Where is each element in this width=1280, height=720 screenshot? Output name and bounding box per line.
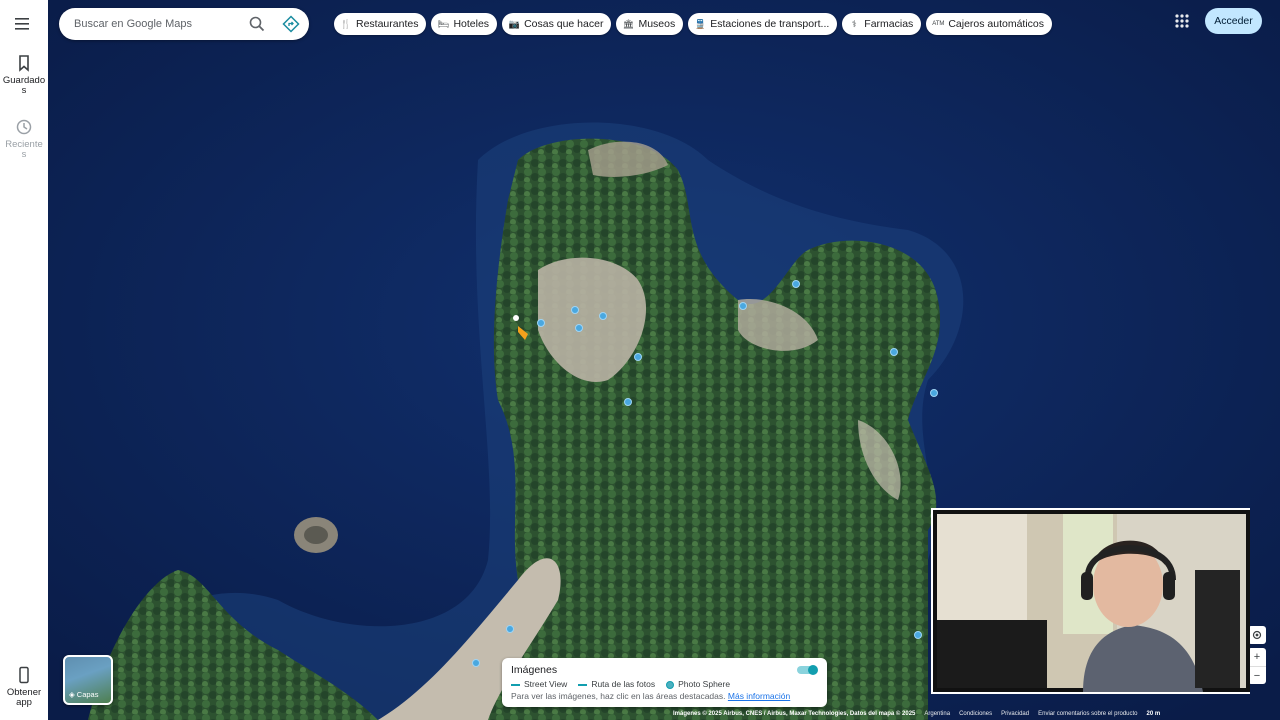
- rail-recent[interactable]: Reciente s: [0, 118, 48, 160]
- chip-label: Hoteles: [453, 18, 490, 30]
- hotel-icon: 🛏: [437, 18, 450, 29]
- webcam-overlay: [931, 508, 1250, 694]
- camera-icon: 📷: [508, 18, 520, 29]
- atm-icon: ATM: [932, 21, 945, 27]
- more-info-link[interactable]: Más información: [728, 691, 790, 701]
- feedback-link[interactable]: Enviar comentarios sobre el producto: [1038, 711, 1137, 720]
- photo-route-line-icon: [578, 683, 588, 686]
- menu-icon: [15, 18, 29, 30]
- layers-button[interactable]: ◈ Capas: [63, 655, 113, 705]
- chip-restaurantes[interactable]: 🍴 Restaurantes: [334, 13, 427, 35]
- phone-icon: [19, 666, 29, 684]
- search-icon[interactable]: [248, 15, 266, 33]
- legend-photo-route: Ruta de las fotos: [578, 679, 655, 689]
- chip-label: Restaurantes: [356, 18, 419, 30]
- legend-photo-route-label: Ruta de las fotos: [591, 679, 656, 689]
- google-apps-icon[interactable]: [1173, 12, 1191, 30]
- history-icon: [16, 119, 32, 135]
- chip-estaciones[interactable]: 🚆 Estaciones de transport...: [688, 13, 838, 35]
- legend-photo-sphere-label: Photo Sphere: [678, 679, 731, 689]
- search-box: [59, 8, 309, 40]
- rail-recent-label-2: s: [21, 149, 27, 160]
- rail-saved[interactable]: Guardado s: [0, 54, 48, 96]
- legend-street-view: Street View: [511, 679, 567, 689]
- transit-icon: 🚆: [694, 18, 706, 29]
- photo-sphere-dot-icon: [666, 680, 675, 689]
- rail-get-app-label-2: app: [16, 697, 32, 708]
- legend-title: Imágenes: [511, 664, 558, 676]
- map-footer: Imágenes © 2025 Airbus, CNES / Airbus, M…: [673, 711, 1280, 720]
- layers-label-wrap: ◈ Capas: [69, 690, 98, 699]
- left-rail: Guardado s Reciente s Obtener app: [0, 0, 48, 720]
- category-chips: 🍴 Restaurantes 🛏 Hoteles 📷 Cosas que hacer …: [334, 13, 1053, 35]
- directions-icon[interactable]: [282, 15, 300, 33]
- search-input[interactable]: [74, 16, 244, 32]
- chip-hoteles[interactable]: 🛏 Hoteles: [431, 13, 498, 35]
- pharmacy-icon: ⚕: [851, 18, 857, 29]
- sign-in-button[interactable]: Acceder: [1205, 8, 1262, 34]
- rail-get-app[interactable]: Obtener app: [0, 666, 48, 708]
- legend-hint: Para ver las imágenes, haz clic en las á…: [511, 691, 790, 701]
- my-location-button[interactable]: [1248, 626, 1266, 644]
- chip-farmacias[interactable]: ⚕ Farmacias: [842, 13, 922, 35]
- museum-icon: 🏛: [622, 18, 635, 29]
- restaurant-icon: 🍴: [340, 18, 352, 29]
- privacy-link[interactable]: Privacidad: [1001, 711, 1029, 720]
- my-location-icon: [1252, 630, 1262, 640]
- terms-link[interactable]: Condiciones: [959, 711, 992, 720]
- country-link[interactable]: Argentina: [924, 711, 950, 720]
- imagery-attribution: Imágenes © 2025 Airbus, CNES / Airbus, M…: [673, 711, 916, 717]
- legend-items: Street View Ruta de las fotos Photo Sphe…: [511, 679, 730, 689]
- chip-label: Cosas que hacer: [524, 18, 604, 30]
- layers-icon: ◈: [69, 690, 75, 699]
- chip-cajeros[interactable]: ATM Cajeros automáticos: [926, 13, 1053, 35]
- imagery-toggle[interactable]: [796, 663, 820, 677]
- legend-hint-text: Para ver las imágenes, haz clic en las á…: [511, 691, 726, 701]
- street-view-line-icon: [511, 683, 520, 686]
- map-controls: + −: [1248, 626, 1266, 684]
- menu-button[interactable]: [15, 16, 33, 32]
- layers-label: Capas: [76, 690, 99, 699]
- legend-photo-sphere: Photo Sphere: [666, 679, 730, 689]
- chip-label: Cajeros automáticos: [948, 18, 1045, 30]
- chip-label: Museos: [638, 18, 676, 30]
- chip-museos[interactable]: 🏛 Museos: [616, 13, 684, 35]
- bookmark-icon: [19, 55, 29, 72]
- zoom-in-button[interactable]: +: [1248, 648, 1266, 666]
- zoom-out-button[interactable]: −: [1248, 666, 1266, 684]
- scale-bar[interactable]: 20 m: [1147, 711, 1161, 720]
- webcam-video: [937, 514, 1246, 692]
- plus-icon: +: [1253, 651, 1261, 663]
- chip-label: Estaciones de transport...: [710, 18, 830, 30]
- legend-street-view-label: Street View: [524, 679, 568, 689]
- imagery-legend: Imágenes Street View Ruta de las fotos P…: [502, 658, 827, 707]
- chip-label: Farmacias: [864, 18, 914, 30]
- minus-icon: −: [1253, 669, 1261, 682]
- chip-cosas-que-hacer[interactable]: 📷 Cosas que hacer: [502, 13, 612, 35]
- rail-saved-label-2: s: [21, 85, 27, 96]
